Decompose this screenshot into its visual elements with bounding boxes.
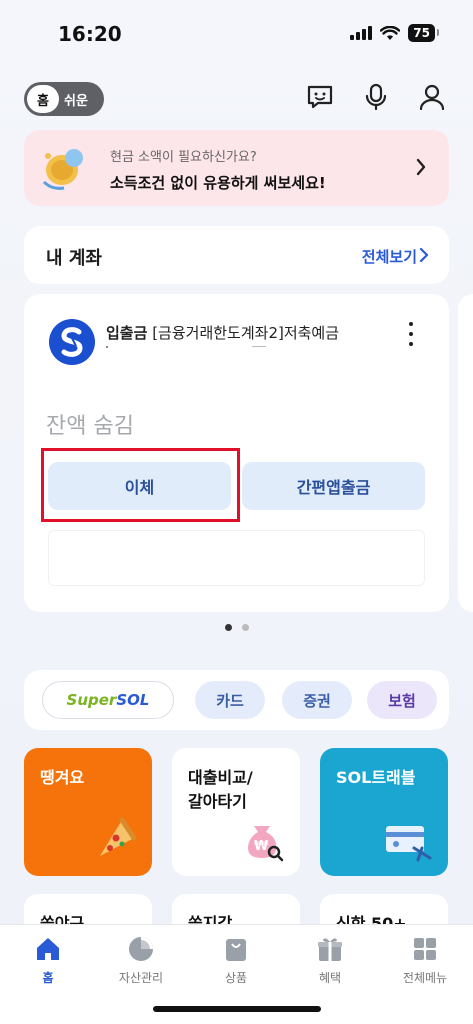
more-options-icon[interactable] bbox=[407, 322, 415, 346]
tile-loan-compare[interactable]: 대출비교/ 갈아타기 ₩ bbox=[172, 748, 300, 876]
account-extra-panel bbox=[48, 530, 425, 586]
tile-label: 땡겨요 bbox=[40, 768, 85, 787]
nav-label: 전체메뉴 bbox=[402, 971, 448, 985]
wifi-icon bbox=[380, 25, 401, 40]
pager-dot[interactable] bbox=[241, 624, 249, 631]
top-icons bbox=[303, 80, 449, 114]
promo-subtitle: 현금 소액이 필요하신가요? bbox=[110, 150, 257, 165]
supersol-label-a: Super bbox=[66, 691, 117, 709]
app-withdraw-button[interactable]: 간편앱출금 bbox=[242, 462, 425, 510]
stock-chip[interactable]: 증권 bbox=[282, 681, 352, 719]
money-bag-icon: ₩ bbox=[248, 826, 284, 862]
tile-sol-travel[interactable]: SOL트래블 bbox=[320, 748, 448, 876]
status-icons: 75 bbox=[350, 24, 439, 42]
status-bar: 16:20 75 bbox=[0, 0, 473, 70]
tile-label: SOL트래블 bbox=[336, 768, 416, 787]
my-accounts-title: 내 계좌 bbox=[46, 248, 102, 269]
grid-menu-icon bbox=[414, 938, 436, 960]
nav-label: 홈 bbox=[42, 971, 54, 985]
nav-label: 혜택 bbox=[318, 971, 342, 985]
nav-home[interactable]: 홈 bbox=[8, 935, 88, 986]
account-number-mask bbox=[106, 346, 108, 348]
travel-card-icon bbox=[386, 826, 432, 862]
view-all-chevron-icon bbox=[419, 247, 429, 263]
shinhan-logo-icon bbox=[49, 319, 95, 365]
battery-indicator: 75 bbox=[408, 24, 439, 42]
nav-benefits[interactable]: 혜택 bbox=[290, 935, 370, 986]
tile-label: 대출비교/ 갈아타기 bbox=[188, 766, 253, 814]
supersol-chip[interactable]: Super SOL bbox=[42, 681, 174, 719]
pager-dot-active[interactable] bbox=[224, 624, 232, 631]
profile-icon[interactable] bbox=[415, 80, 449, 114]
next-account-card[interactable] bbox=[458, 294, 473, 612]
shopping-bag-icon bbox=[226, 939, 246, 961]
status-time: 16:20 bbox=[58, 22, 122, 46]
carousel-pager bbox=[0, 624, 473, 631]
promo-banner[interactable]: 현금 소액이 필요하신가요? 소득조건 없이 유용하게 써보세요! bbox=[24, 130, 449, 206]
account-type: 입출금 bbox=[106, 324, 148, 342]
pizza-icon bbox=[100, 817, 137, 856]
nav-label: 상품 bbox=[224, 971, 248, 985]
chat-icon[interactable] bbox=[303, 80, 337, 114]
signal-icon bbox=[350, 26, 373, 40]
easy-mode-toggle[interactable]: 홈 쉬운 bbox=[24, 82, 104, 116]
account-name: 입출금 [금융거래한도계좌2]저축예금 bbox=[106, 322, 339, 343]
top-bar: 홈 쉬운 bbox=[24, 80, 449, 120]
view-all-link[interactable]: 전체보기 bbox=[362, 246, 417, 267]
coin-icon bbox=[42, 149, 83, 190]
highlight-box bbox=[41, 448, 240, 522]
nav-assets[interactable]: 자산관리 bbox=[101, 935, 181, 986]
chevron-right-icon bbox=[416, 158, 426, 176]
tile-label-line1: 대출비교/ bbox=[188, 768, 253, 787]
balance-hidden-text[interactable]: 잔액 숨김 bbox=[46, 408, 134, 440]
tile-label-line2: 갈아타기 bbox=[188, 792, 247, 811]
mode-easy-label: 쉬운 bbox=[64, 93, 88, 109]
gift-icon bbox=[318, 938, 342, 961]
my-accounts-header: 내 계좌 전체보기 bbox=[24, 226, 449, 284]
nav-label: 자산관리 bbox=[118, 971, 164, 985]
category-chips: Super SOL 카드 증권 보험 bbox=[24, 670, 449, 730]
home-icon bbox=[37, 938, 59, 960]
svg-text:₩: ₩ bbox=[254, 839, 269, 854]
insurance-chip[interactable]: 보험 bbox=[367, 681, 437, 719]
nav-full-menu[interactable]: 전체메뉴 bbox=[385, 935, 465, 986]
promo-title: 소득조건 없이 유용하게 써보세요! bbox=[110, 174, 326, 192]
mode-home-label: 홈 bbox=[27, 85, 59, 113]
account-number-mask-2 bbox=[252, 346, 266, 347]
pie-chart-icon bbox=[129, 937, 153, 961]
home-indicator bbox=[153, 1006, 321, 1012]
tile-ddanggyeoyo[interactable]: 땡겨요 bbox=[24, 748, 152, 876]
account-product-name: [금융거래한도계좌2]저축예금 bbox=[152, 324, 340, 342]
mic-icon[interactable] bbox=[359, 80, 393, 114]
supersol-label-b: SOL bbox=[116, 691, 150, 709]
nav-products[interactable]: 상품 bbox=[196, 935, 276, 986]
card-chip[interactable]: 카드 bbox=[195, 681, 265, 719]
